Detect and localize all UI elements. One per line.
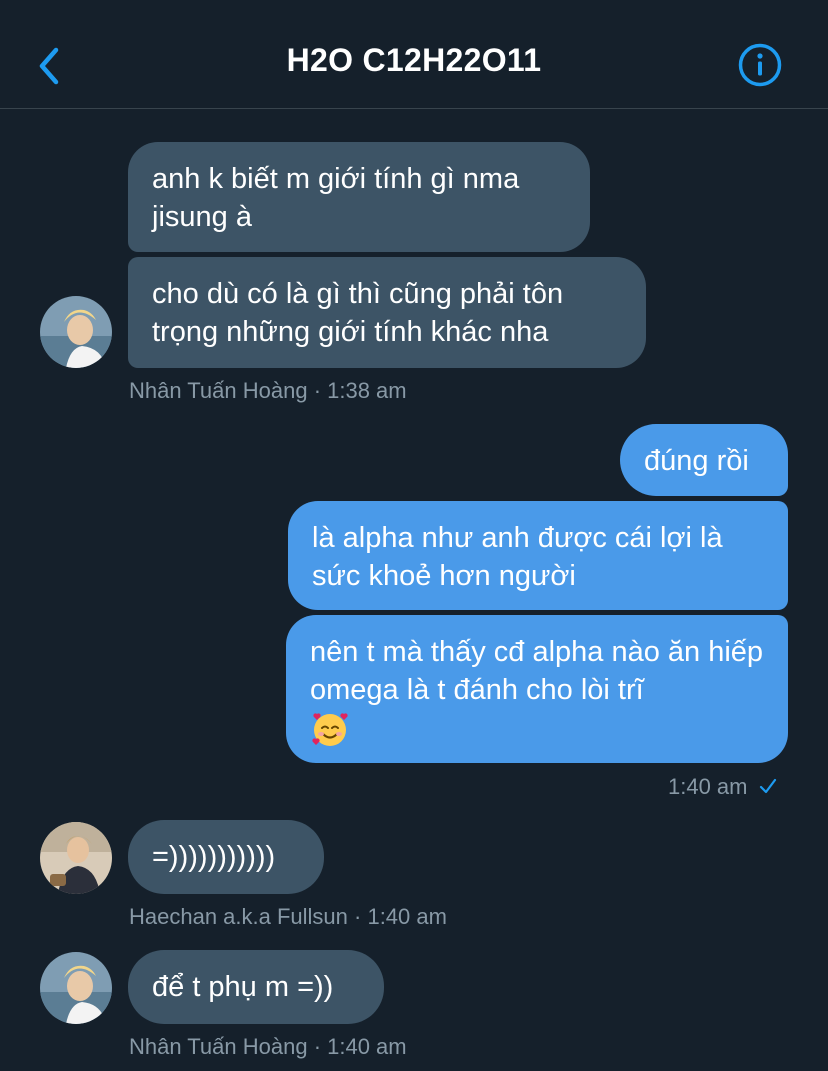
info-button[interactable] xyxy=(737,42,783,88)
avatar-photo xyxy=(40,952,112,1024)
message-meta: Nhân Tuấn Hoàng · 1:40 am xyxy=(129,1034,407,1059)
message-bubble-incoming[interactable]: =))))))))))) xyxy=(128,820,324,894)
avatar-haechan[interactable] xyxy=(40,822,112,894)
info-circle-icon xyxy=(738,43,782,87)
message-meta: Nhân Tuấn Hoàng · 1:38 am xyxy=(129,378,407,403)
conversation-header: H2O C12H22O11 xyxy=(0,0,828,109)
message-text: cho dù có là gì thì cũng phải tôn trọng … xyxy=(152,278,564,348)
avatar-nhan-tuan-hoang[interactable] xyxy=(40,296,112,368)
message-bubble-outgoing[interactable]: đúng rồi xyxy=(620,424,788,496)
message-text: đúng rồi xyxy=(644,445,749,477)
message-text: là alpha như anh được cái lợi là sức kho… xyxy=(312,522,723,592)
message-bubble-outgoing[interactable]: là alpha như anh được cái lợi là sức kho… xyxy=(288,501,788,610)
message-bubble-incoming[interactable]: cho dù có là gì thì cũng phải tôn trọng … xyxy=(128,257,646,368)
avatar-photo xyxy=(40,296,112,368)
message-text: để t phụ m =)) xyxy=(152,971,334,1003)
message-text: anh k biết m giới tính gì nma jisung à xyxy=(152,163,520,233)
smiling-face-with-hearts-emoji xyxy=(310,709,350,759)
message-bubble-incoming[interactable]: anh k biết m giới tính gì nma jisung à xyxy=(128,142,590,252)
message-bubble-outgoing[interactable]: nên t mà thấy cđ alpha nào ăn hiếp omega… xyxy=(286,615,788,763)
message-meta: Haechan a.k.a Fullsun · 1:40 am xyxy=(129,904,447,929)
message-bubble-incoming[interactable]: để t phụ m =)) xyxy=(128,950,384,1024)
message-timestamp: 1:40 am xyxy=(668,774,748,799)
message-text: =))))))))))) xyxy=(152,841,276,873)
avatar-photo xyxy=(40,822,112,894)
avatar-nhan-tuan-hoang[interactable] xyxy=(40,952,112,1024)
message-meta: 1:40 am xyxy=(668,774,778,800)
checkmark-icon xyxy=(759,778,776,794)
conversation-title: H2O C12H22O11 xyxy=(286,42,542,78)
message-text: nên t mà thấy cđ alpha nào ăn hiếp omega… xyxy=(310,636,764,706)
